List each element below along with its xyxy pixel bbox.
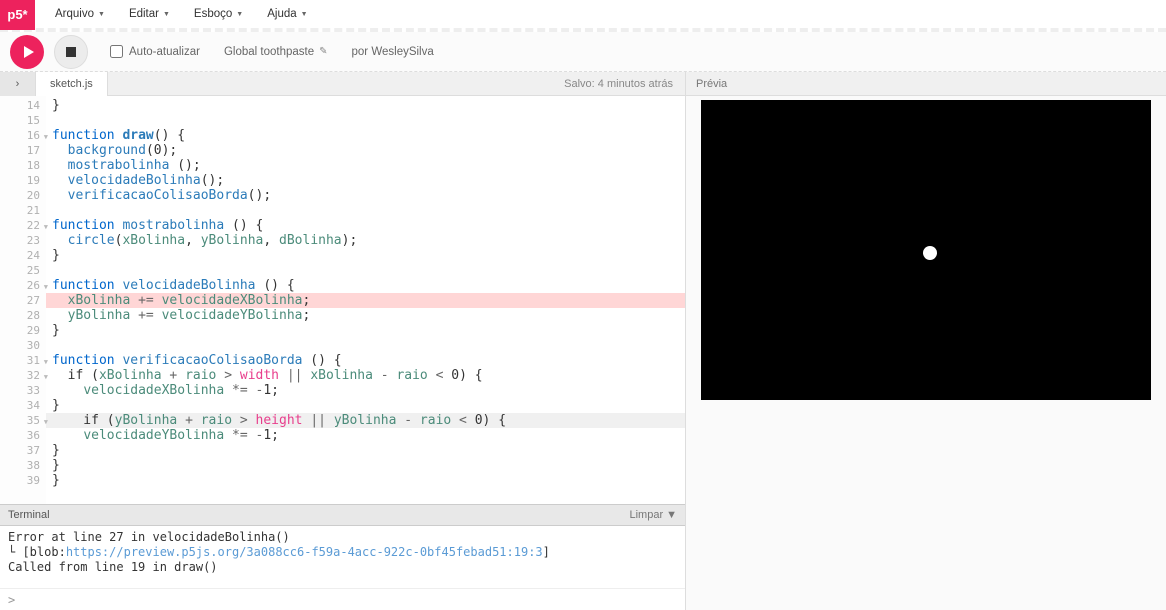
p5-logo[interactable]: p5* [0,0,35,30]
save-status: Salvo: 4 minutos atrás [564,78,685,90]
code-line[interactable] [46,113,685,128]
gutter-line: 15 [0,113,46,128]
chevron-down-icon: ▼ [666,509,677,521]
editor-panel: › sketch.js Salvo: 4 minutos atrás 14151… [0,72,686,610]
tab-sketch[interactable]: sketch.js [36,72,108,96]
gutter-line: 33 [0,383,46,398]
play-icon [24,46,34,58]
menu-ajuda[interactable]: Ajuda▼ [255,8,319,20]
chevron-down-icon: ▼ [98,11,105,18]
auto-refresh-label: Auto-atualizar [129,46,200,58]
code-line[interactable]: } [46,458,685,473]
code-line[interactable]: } [46,98,685,113]
gutter-line: 34 [0,398,46,413]
gutter-line: 25 [0,263,46,278]
gutter-line: 37 [0,443,46,458]
stop-icon [66,47,76,57]
play-button[interactable] [10,35,44,69]
gutter-line: 22▼ [0,218,46,233]
menu-arquivo[interactable]: Arquivo▼ [43,8,117,20]
gutter-line: 36 [0,428,46,443]
gutter-line: 20 [0,188,46,203]
terminal-line: Called from line 19 in draw() [8,560,677,575]
code-line[interactable]: } [46,443,685,458]
gutter-line: 27 [0,293,46,308]
top-menu-bar: p5* Arquivo▼ Editar▼ Esboço▼ Ajuda▼ [0,0,1166,32]
auto-refresh-toggle[interactable]: Auto-atualizar [110,45,200,58]
line-gutter: 141516▼171819202122▼23242526▼2728293031▼… [0,96,46,504]
code-line[interactable] [46,203,685,218]
author-label: por WesleySilva [352,46,434,58]
sketch-canvas[interactable] [701,100,1151,400]
preview-panel: Prévia [686,72,1166,610]
code-line[interactable]: yBolinha += velocidadeYBolinha; [46,308,685,323]
code-line[interactable] [46,338,685,353]
sketch-name[interactable]: Global toothpaste ✎ [224,46,328,58]
gutter-line: 24 [0,248,46,263]
gutter-line: 38 [0,458,46,473]
terminal-line: └ [blob:https://preview.p5js.org/3a088cc… [8,545,677,560]
code-line[interactable]: function draw() { [46,128,685,143]
code-line[interactable]: function mostrabolinha () { [46,218,685,233]
chevron-down-icon: ▼ [236,11,243,18]
gutter-line: 23 [0,233,46,248]
code-line[interactable]: verificacaoColisaoBorda(); [46,188,685,203]
code-line-error[interactable]: xBolinha += velocidadeXBolinha; [46,293,685,308]
gutter-line: 29 [0,323,46,338]
code-line[interactable]: function verificacaoColisaoBorda () { [46,353,685,368]
code-line[interactable]: circle(xBolinha, yBolinha, dBolinha); [46,233,685,248]
chevron-down-icon: ▼ [163,11,170,18]
preview-body [686,96,1166,610]
code-line[interactable]: velocidadeXBolinha *= -1; [46,383,685,398]
sidebar-toggle[interactable]: › [0,72,36,96]
code-line[interactable]: } [46,473,685,488]
code-line[interactable]: } [46,248,685,263]
gutter-line: 31▼ [0,353,46,368]
code-line[interactable]: } [46,398,685,413]
toolbar: Auto-atualizar Global toothpaste ✎ por W… [0,32,1166,72]
gutter-line: 19 [0,173,46,188]
terminal-input[interactable]: > [0,588,685,610]
gutter-line: 28 [0,308,46,323]
code-line[interactable]: } [46,323,685,338]
code-line[interactable]: velocidadeYBolinha *= -1; [46,428,685,443]
gutter-line: 30 [0,338,46,353]
code-body[interactable]: } function draw() { background(0); mostr… [46,96,685,504]
terminal-header: Terminal Limpar▼ [0,504,685,526]
clear-button[interactable]: Limpar▼ [629,509,677,521]
auto-refresh-checkbox[interactable] [110,45,123,58]
gutter-line: 32▼ [0,368,46,383]
preview-header: Prévia [686,72,1166,96]
menu-editar[interactable]: Editar▼ [117,8,182,20]
gutter-line: 21 [0,203,46,218]
chevron-right-icon: › [16,78,20,90]
file-tabs: › sketch.js Salvo: 4 minutos atrás [0,72,685,96]
terminal-title: Terminal [8,509,50,521]
code-editor[interactable]: 141516▼171819202122▼23242526▼2728293031▼… [0,96,685,504]
terminal-line: Error at line 27 in velocidadeBolinha() [8,530,677,545]
code-line-active[interactable]: if (yBolinha + raio > height || yBolinha… [46,413,685,428]
code-line[interactable]: background(0); [46,143,685,158]
terminal-output[interactable]: Error at line 27 in velocidadeBolinha() … [0,526,685,588]
code-line[interactable]: velocidadeBolinha(); [46,173,685,188]
gutter-line: 39 [0,473,46,488]
gutter-line: 18 [0,158,46,173]
menu-esboco[interactable]: Esboço▼ [182,8,255,20]
gutter-line: 26▼ [0,278,46,293]
ball-shape [923,246,937,260]
code-line[interactable] [46,263,685,278]
code-line[interactable]: function velocidadeBolinha () { [46,278,685,293]
edit-icon: ✎ [319,46,327,57]
code-line[interactable]: mostrabolinha (); [46,158,685,173]
code-line[interactable]: if (xBolinha + raio > width || xBolinha … [46,368,685,383]
gutter-line: 14 [0,98,46,113]
stop-button[interactable] [54,35,88,69]
main-menu: Arquivo▼ Editar▼ Esboço▼ Ajuda▼ [43,8,320,20]
gutter-line: 35▼ [0,413,46,428]
chevron-down-icon: ▼ [301,11,308,18]
gutter-line: 16▼ [0,128,46,143]
gutter-line: 17 [0,143,46,158]
main-area: › sketch.js Salvo: 4 minutos atrás 14151… [0,72,1166,610]
